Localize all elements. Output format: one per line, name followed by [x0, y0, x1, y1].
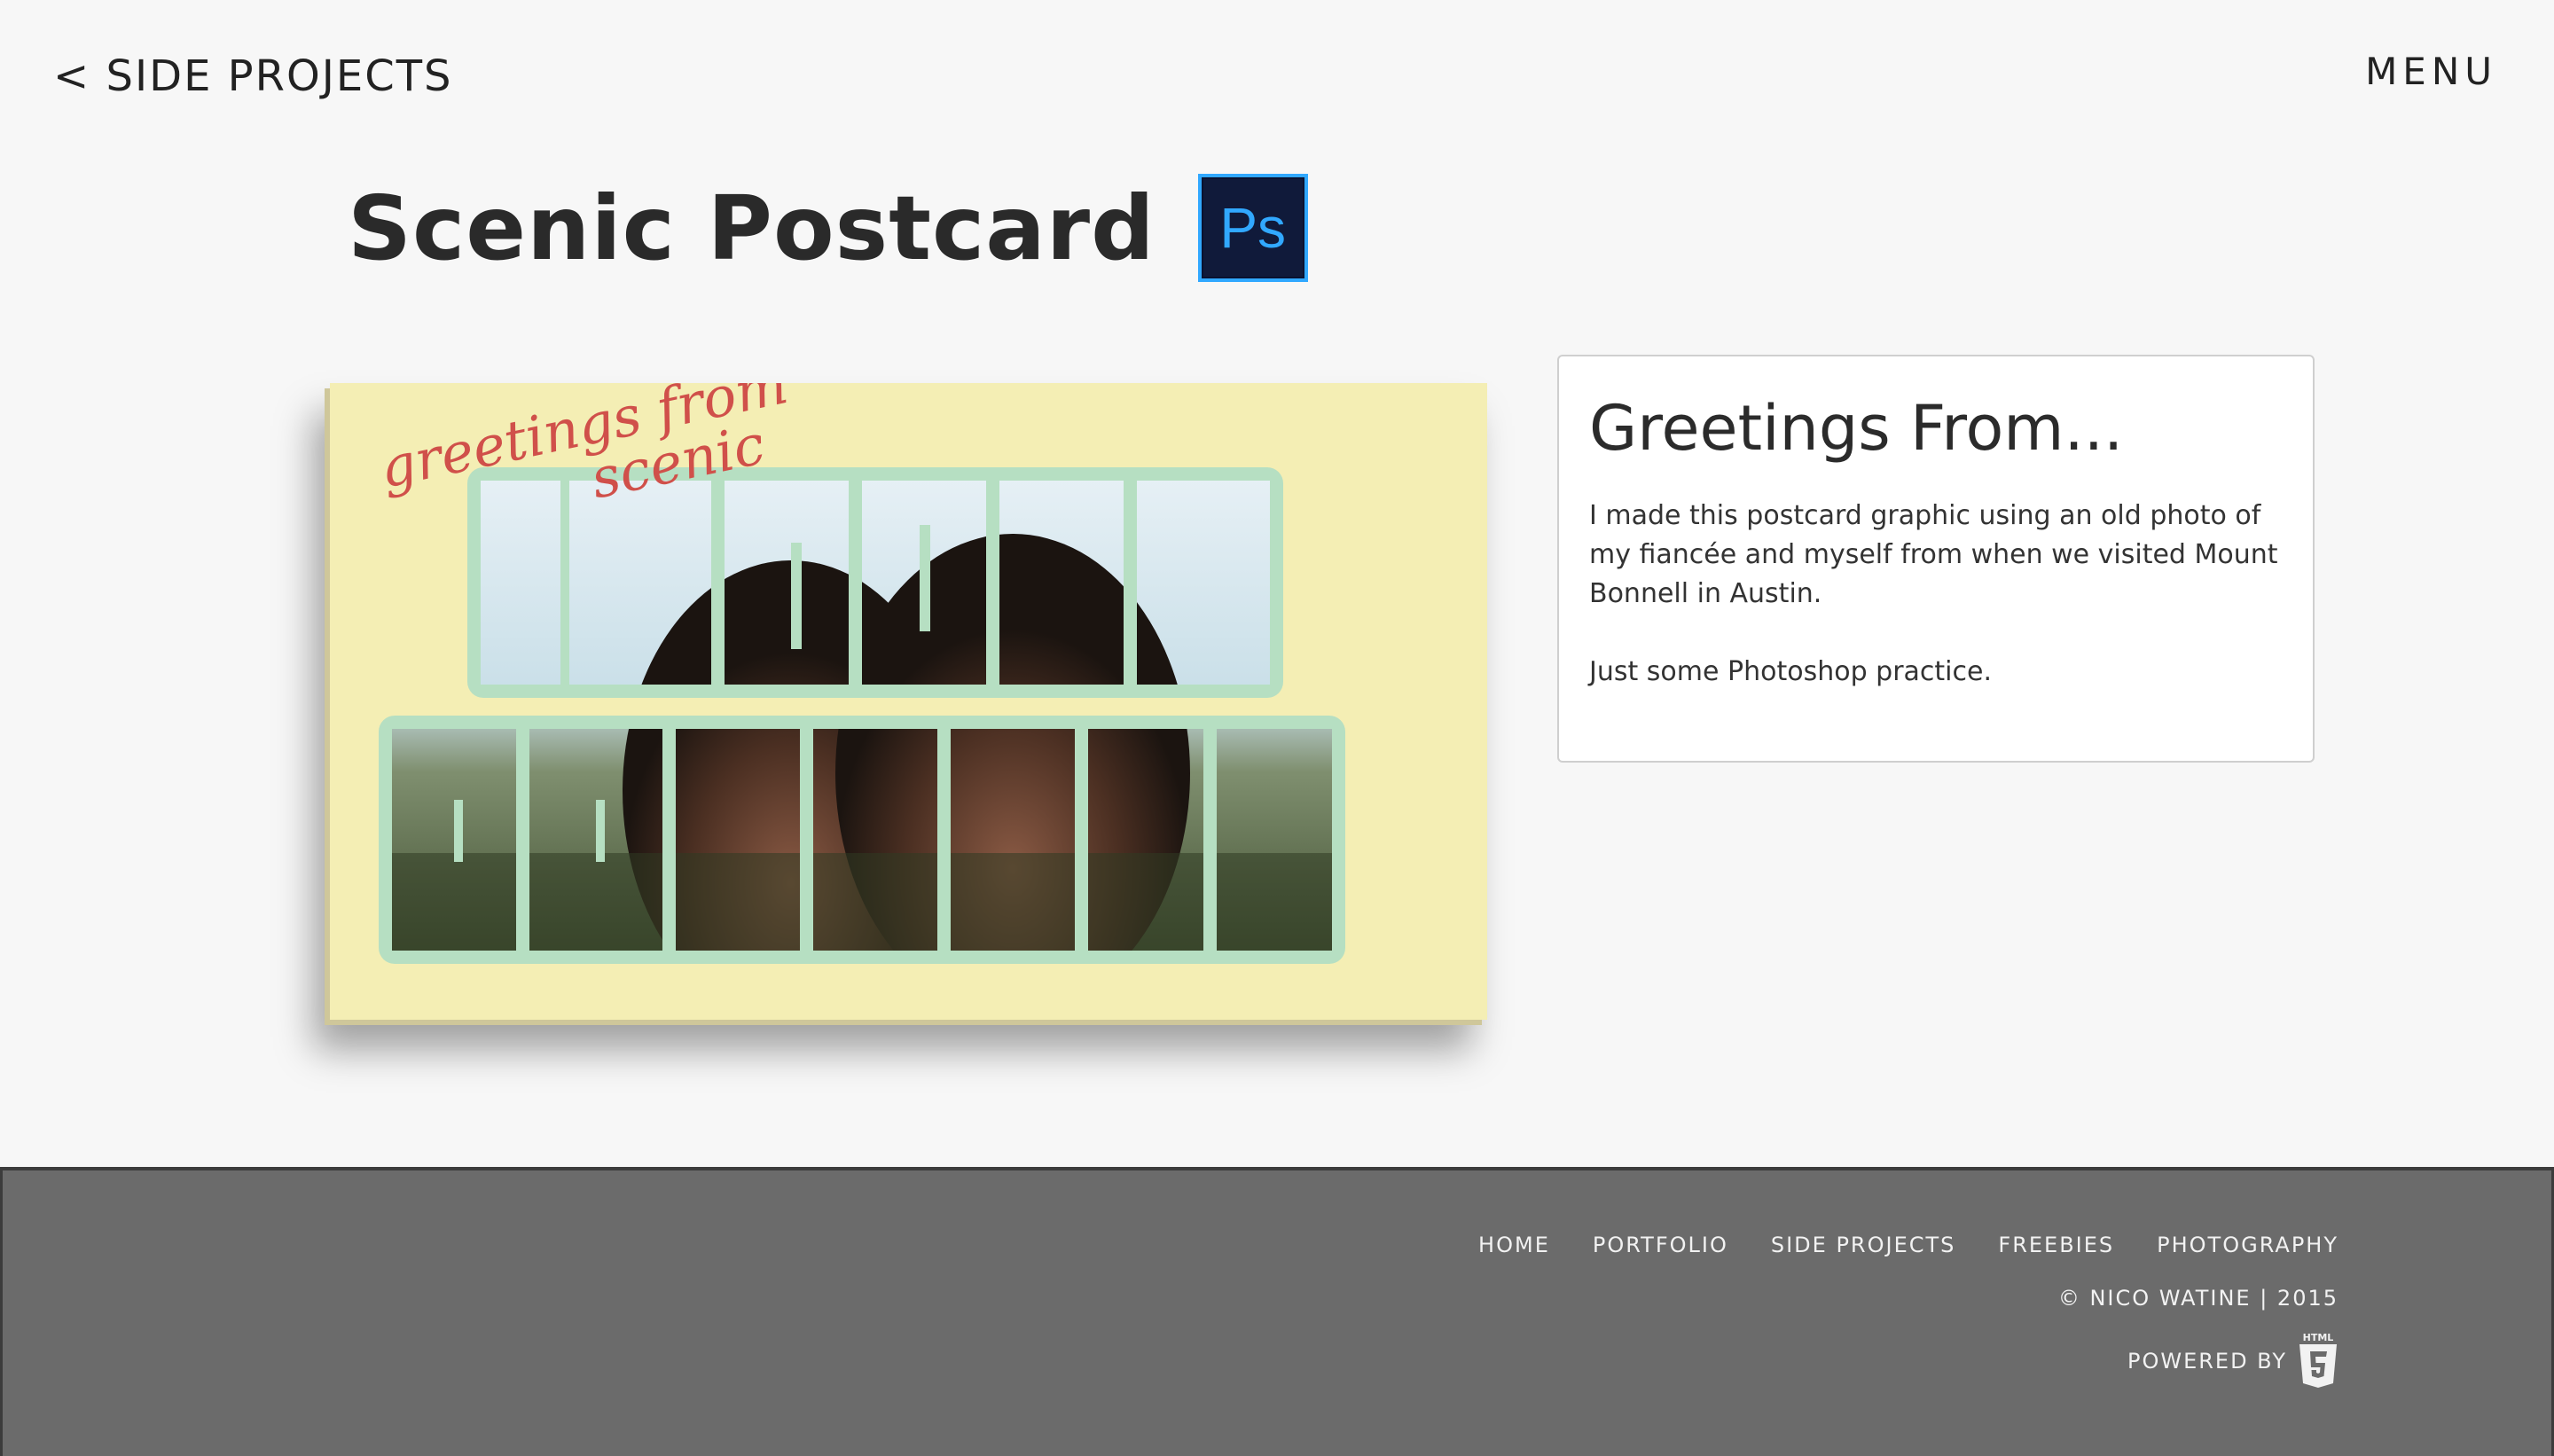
- footer-link-photography[interactable]: PHOTOGRAPHY: [2157, 1233, 2339, 1257]
- back-to-side-projects-link[interactable]: < SIDE PROJECTS: [53, 51, 453, 101]
- footer-link-freebies[interactable]: FREEBIES: [1998, 1233, 2114, 1257]
- powered-by-label: POWERED BY: [2127, 1349, 2287, 1374]
- copyright-text: © NICO WATINE | 2015: [2057, 1286, 2339, 1311]
- menu-button[interactable]: MENU: [2365, 50, 2497, 93]
- info-paragraph-2: Just some Photoshop practice.: [1589, 656, 1992, 687]
- footer-link-side-projects[interactable]: SIDE PROJECTS: [1771, 1233, 1956, 1257]
- footer-link-home[interactable]: HOME: [1478, 1233, 1550, 1257]
- info-heading: Greetings From...: [1589, 392, 2124, 465]
- footer: HOME PORTFOLIO SIDE PROJECTS FREEBIES PH…: [0, 1167, 2554, 1456]
- photoshop-icon: Ps: [1197, 174, 1308, 282]
- footer-nav: HOME PORTFOLIO SIDE PROJECTS FREEBIES PH…: [1478, 1233, 2339, 1257]
- info-paragraph-1: I made this postcard graphic using an ol…: [1589, 500, 2278, 609]
- page: < SIDE PROJECTS MENU Scenic Postcard Ps: [0, 0, 2554, 1456]
- page-title: Scenic Postcard: [348, 176, 1156, 280]
- info-card: Greetings From... I made this postcard g…: [1557, 355, 2315, 763]
- footer-link-portfolio[interactable]: PORTFOLIO: [1593, 1233, 1728, 1257]
- html5-icon: HTML: [2298, 1330, 2339, 1392]
- powered-by: POWERED BY HTML: [2127, 1330, 2339, 1392]
- html5-badge-text: HTML: [2303, 1332, 2334, 1343]
- photoshop-icon-label: Ps: [1219, 196, 1286, 260]
- postcard-image: greetings from scenic: [330, 383, 1487, 1020]
- title-row: Scenic Postcard Ps: [348, 174, 1308, 282]
